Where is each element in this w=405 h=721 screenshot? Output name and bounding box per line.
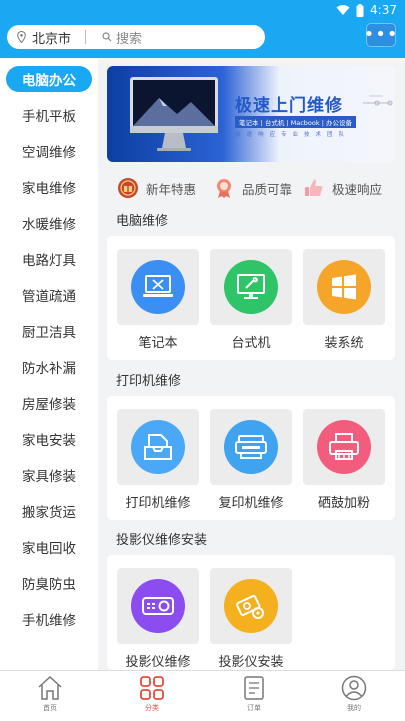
service-desktop[interactable] xyxy=(210,249,292,325)
city-selector[interactable]: 北京市 xyxy=(32,28,71,47)
tab-orders[interactable]: 订单 xyxy=(224,675,284,713)
tab-profile[interactable]: 我的 xyxy=(324,675,384,713)
laptop-tools-icon xyxy=(131,260,185,314)
feature-label: 新年特惠 xyxy=(146,181,197,197)
battery-icon xyxy=(356,3,364,17)
tab-label: 首页 xyxy=(43,704,57,712)
projector-gear-icon xyxy=(224,579,278,633)
service-projector-install[interactable] xyxy=(210,568,292,644)
monitor-wrench-icon xyxy=(224,260,278,314)
sidebar-item-kitchen-bath[interactable]: 厨卫洁具 xyxy=(6,318,92,344)
section-title-computer-repair: 电脑维修 xyxy=(116,214,169,229)
banner-subtext: 极速响应专业技术团队 xyxy=(235,132,351,138)
gift-badge-icon xyxy=(118,178,138,198)
search-bar[interactable]: 北京市 搜索 xyxy=(7,25,265,49)
windows-logo-icon xyxy=(317,260,371,314)
copier-icon xyxy=(224,420,278,474)
search-icon xyxy=(102,32,112,42)
service-label-os-install: 装系统 xyxy=(324,336,364,351)
sidebar-item-appliance-install[interactable]: 家电安装 xyxy=(6,426,92,452)
search-divider xyxy=(85,30,87,44)
sidebar-item-aircon-repair[interactable]: 空调维修 xyxy=(6,138,92,164)
service-os-install[interactable] xyxy=(303,249,385,325)
service-copier-repair[interactable] xyxy=(210,409,292,485)
feature-fast-response: 极速响应 xyxy=(303,176,382,200)
sidebar-item-appliance-repair[interactable]: 家电维修 xyxy=(6,174,92,200)
order-doc-icon xyxy=(244,676,264,700)
category-grid-icon xyxy=(140,676,164,700)
category-sidebar: 电脑办公 手机平板 空调维修 家电维修 水暖维修 电路灯具 管道疏通 厨卫洁具 … xyxy=(0,58,98,670)
promo-banner[interactable]: 极速上门维修 笔记本 | 台式机 | Macbook | 办公设备 极速响应专业… xyxy=(107,66,395,162)
service-label-toner-refill: 硒鼓加粉 xyxy=(317,496,370,511)
thumbs-up-icon xyxy=(305,179,323,196)
service-label-copier-repair: 复印机维修 xyxy=(218,496,284,511)
sidebar-item-appliance-recycling[interactable]: 家电回收 xyxy=(6,534,92,560)
service-toner-refill[interactable] xyxy=(303,409,385,485)
service-label-laptop: 笔记本 xyxy=(138,336,178,351)
cartridge-icon xyxy=(317,420,371,474)
tab-label: 我的 xyxy=(347,704,361,712)
feature-label: 极速响应 xyxy=(332,181,383,197)
service-projector-repair[interactable] xyxy=(117,568,199,644)
sidebar-item-house-renovation[interactable]: 房屋修装 xyxy=(6,390,92,416)
bottom-tab-bar: 首页 分类 订单 我的 xyxy=(0,670,405,721)
sidebar-item-phone-repair[interactable]: 手机维修 xyxy=(6,606,92,632)
search-input[interactable]: 搜索 xyxy=(116,28,142,47)
feature-new-year: 新年特惠 xyxy=(117,176,196,200)
banner-tags: 笔记本 | 台式机 | Macbook | 办公设备 xyxy=(235,116,356,128)
printer-tray-icon xyxy=(131,420,185,474)
service-label-desktop: 台式机 xyxy=(231,336,271,351)
quality-ribbon-icon xyxy=(217,179,231,198)
home-icon xyxy=(38,675,62,700)
service-label-projector-repair: 投影仪维修 xyxy=(125,655,191,670)
sidebar-item-pipe-dredging[interactable]: 管道疏通 xyxy=(6,282,92,308)
section-title-printer-repair: 打印机维修 xyxy=(116,374,182,389)
sidebar-item-plumbing-heating[interactable]: 水暖维修 xyxy=(6,210,92,236)
service-label-printer-repair: 打印机维修 xyxy=(125,496,191,511)
tab-label: 分类 xyxy=(145,704,159,712)
section-panel-printer-repair: 打印机维修 复印机维修 硒鼓加粉 xyxy=(107,396,395,520)
feature-label: 品质可靠 xyxy=(242,181,293,197)
tab-label: 订单 xyxy=(247,704,261,712)
service-laptop[interactable] xyxy=(117,249,199,325)
service-printer-repair[interactable] xyxy=(117,409,199,485)
sidebar-item-phone-tablet[interactable]: 手机平板 xyxy=(6,102,92,128)
tab-category[interactable]: 分类 xyxy=(122,675,182,713)
banner-title: 极速上门维修 xyxy=(235,96,343,116)
section-panel-projector: 投影仪维修 投影仪安装 xyxy=(107,555,395,670)
sidebar-item-pest-odor[interactable]: 防臭防虫 xyxy=(6,570,92,596)
feature-strip: 新年特惠 品质可靠 极速响应 xyxy=(112,176,392,200)
location-pin-icon xyxy=(17,31,26,43)
more-menu-button[interactable]: ••• xyxy=(364,23,397,47)
service-label-projector-install: 投影仪安装 xyxy=(218,655,284,670)
sidebar-item-computer-office[interactable]: 电脑办公 xyxy=(6,66,92,92)
sidebar-item-furniture-repair[interactable]: 家具修装 xyxy=(6,462,92,488)
sidebar-item-waterproofing[interactable]: 防水补漏 xyxy=(6,354,92,380)
status-bar: 4:37 xyxy=(336,3,397,17)
sidebar-item-moving[interactable]: 搬家货运 xyxy=(6,498,92,524)
feature-quality: 品质可靠 xyxy=(213,176,292,200)
section-panel-computer-repair: 笔记本 台式机 装系统 xyxy=(107,236,395,360)
header-bar: 4:37 北京市 搜索 ••• xyxy=(0,0,405,58)
status-time: 4:37 xyxy=(370,3,397,17)
sidebar-item-circuit-lighting[interactable]: 电路灯具 xyxy=(6,246,92,272)
imac-image xyxy=(130,77,218,151)
user-profile-icon xyxy=(341,675,367,701)
section-title-projector: 投影仪维修安装 xyxy=(116,533,208,548)
circuit-decoration-icon xyxy=(363,95,393,106)
wifi-icon xyxy=(336,5,350,15)
projector-icon xyxy=(131,579,185,633)
tab-home[interactable]: 首页 xyxy=(20,675,80,713)
